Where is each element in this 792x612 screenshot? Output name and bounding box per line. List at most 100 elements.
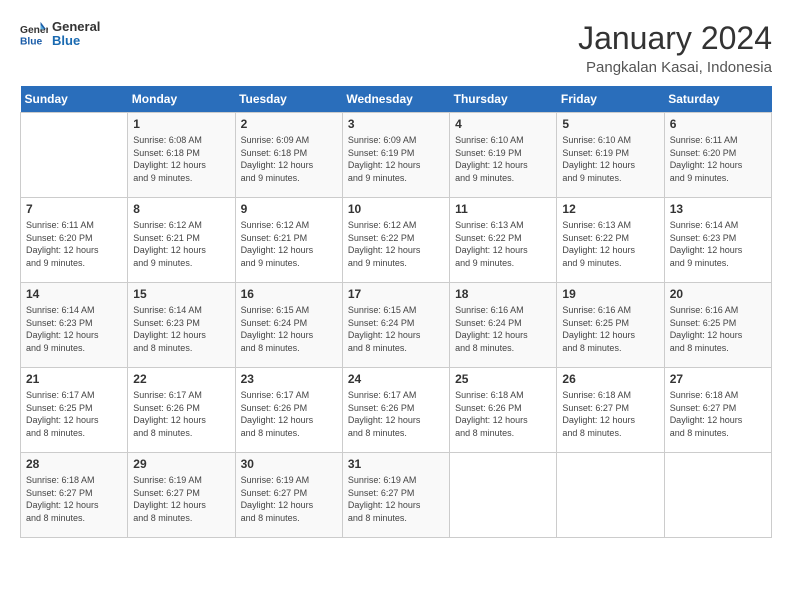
day-number: 3 [348,117,444,131]
calendar-cell: 1Sunrise: 6:08 AM Sunset: 6:18 PM Daylig… [128,113,235,198]
calendar-cell: 21 Sunrise: 6:17 AM Sunset: 6:25 PM Dayli… [21,368,128,453]
calendar-week-3: 14 Sunrise: 6:14 AM Sunset: 6:23 PM Dayli… [21,283,772,368]
day-number: 20 [670,287,766,301]
day-info: Sunrise: 6:18 AM Sunset: 6:26 PM Dayligh… [455,389,551,439]
day-number: 10 [348,202,444,216]
calendar-body: 1Sunrise: 6:08 AM Sunset: 6:18 PM Daylig… [21,113,772,538]
day-number: 24 [348,372,444,386]
day-header-monday: Monday [128,86,235,113]
day-number: 22 [133,372,229,386]
day-info: Sunrise: 6:13 AM Sunset: 6:22 PM Dayligh… [455,219,551,269]
calendar-cell: 9Sunrise: 6:12 AM Sunset: 6:21 PM Daylig… [235,198,342,283]
calendar-cell: 15 Sunrise: 6:14 AM Sunset: 6:23 PM Dayli… [128,283,235,368]
calendar-week-2: 7 Sunrise: 6:11 AM Sunset: 6:20 PM Daylig… [21,198,772,283]
day-header-thursday: Thursday [450,86,557,113]
day-number: 16 [241,287,337,301]
calendar-week-4: 21 Sunrise: 6:17 AM Sunset: 6:25 PM Dayli… [21,368,772,453]
day-info: Sunrise: 6:18 AM Sunset: 6:27 PM Dayligh… [670,389,766,439]
day-info: Sunrise: 6:18 AM Sunset: 6:27 PM Dayligh… [562,389,658,439]
calendar-cell [557,453,664,538]
calendar-cell: 2 Sunrise: 6:09 AM Sunset: 6:18 PM Daylig… [235,113,342,198]
day-info: Sunrise: 6:17 AM Sunset: 6:26 PM Dayligh… [348,389,444,439]
calendar-cell: 3 Sunrise: 6:09 AM Sunset: 6:19 PM Daylig… [342,113,449,198]
calendar-cell [450,453,557,538]
day-info: Sunrise: 6:14 AM Sunset: 6:23 PM Dayligh… [133,304,229,354]
day-number: 31 [348,457,444,471]
calendar-cell: 17Sunrise: 6:15 AM Sunset: 6:24 PM Dayli… [342,283,449,368]
day-info: Sunrise: 6:09 AM Sunset: 6:18 PM Dayligh… [241,134,337,184]
day-number: 30 [241,457,337,471]
calendar-cell: 4 Sunrise: 6:10 AM Sunset: 6:19 PM Daylig… [450,113,557,198]
calendar-cell: 28 Sunrise: 6:18 AM Sunset: 6:27 PM Dayli… [21,453,128,538]
calendar-cell: 29Sunrise: 6:19 AM Sunset: 6:27 PM Dayli… [128,453,235,538]
logo-blue: Blue [52,34,100,48]
logo-general: General [52,20,100,34]
day-info: Sunrise: 6:14 AM Sunset: 6:23 PM Dayligh… [670,219,766,269]
day-number: 15 [133,287,229,301]
day-header-sunday: Sunday [21,86,128,113]
day-info: Sunrise: 6:17 AM Sunset: 6:26 PM Dayligh… [133,389,229,439]
day-number: 28 [26,457,122,471]
day-number: 13 [670,202,766,216]
day-header-friday: Friday [557,86,664,113]
day-info: Sunrise: 6:17 AM Sunset: 6:25 PM Dayligh… [26,389,122,439]
day-info: Sunrise: 6:10 AM Sunset: 6:19 PM Dayligh… [455,134,551,184]
day-info: Sunrise: 6:09 AM Sunset: 6:19 PM Dayligh… [348,134,444,184]
calendar-cell: 6 Sunrise: 6:11 AM Sunset: 6:20 PM Daylig… [664,113,771,198]
calendar-cell: 5Sunrise: 6:10 AM Sunset: 6:19 PM Daylig… [557,113,664,198]
calendar-cell: 23 Sunrise: 6:17 AM Sunset: 6:26 PM Dayli… [235,368,342,453]
day-number: 23 [241,372,337,386]
calendar-cell: 24 Sunrise: 6:17 AM Sunset: 6:26 PM Dayli… [342,368,449,453]
calendar-cell: 12Sunrise: 6:13 AM Sunset: 6:22 PM Dayli… [557,198,664,283]
calendar-cell: 30 Sunrise: 6:19 AM Sunset: 6:27 PM Dayli… [235,453,342,538]
location: Pangkalan Kasai, Indonesia [578,59,772,76]
day-number: 21 [26,372,122,386]
day-header-wednesday: Wednesday [342,86,449,113]
day-info: Sunrise: 6:18 AM Sunset: 6:27 PM Dayligh… [26,474,122,524]
calendar-table: SundayMondayTuesdayWednesdayThursdayFrid… [20,86,772,538]
logo: General Blue General Blue [20,20,100,49]
calendar-cell: 27 Sunrise: 6:18 AM Sunset: 6:27 PM Dayli… [664,368,771,453]
calendar-cell: 18Sunrise: 6:16 AM Sunset: 6:24 PM Dayli… [450,283,557,368]
month-year: January 2024 [578,20,772,57]
calendar-week-5: 28 Sunrise: 6:18 AM Sunset: 6:27 PM Dayli… [21,453,772,538]
day-info: Sunrise: 6:12 AM Sunset: 6:21 PM Dayligh… [241,219,337,269]
day-number: 18 [455,287,551,301]
day-number: 1 [133,117,229,131]
calendar-cell: 20 Sunrise: 6:16 AM Sunset: 6:25 PM Dayli… [664,283,771,368]
day-info: Sunrise: 6:17 AM Sunset: 6:26 PM Dayligh… [241,389,337,439]
day-number: 19 [562,287,658,301]
calendar-week-1: 1Sunrise: 6:08 AM Sunset: 6:18 PM Daylig… [21,113,772,198]
calendar-cell: 22 Sunrise: 6:17 AM Sunset: 6:26 PM Dayli… [128,368,235,453]
calendar-cell: 25Sunrise: 6:18 AM Sunset: 6:26 PM Dayli… [450,368,557,453]
calendar-cell: 10 Sunrise: 6:12 AM Sunset: 6:22 PM Dayli… [342,198,449,283]
day-number: 6 [670,117,766,131]
day-info: Sunrise: 6:12 AM Sunset: 6:22 PM Dayligh… [348,219,444,269]
day-info: Sunrise: 6:19 AM Sunset: 6:27 PM Dayligh… [241,474,337,524]
calendar-cell: 26 Sunrise: 6:18 AM Sunset: 6:27 PM Dayli… [557,368,664,453]
day-info: Sunrise: 6:16 AM Sunset: 6:25 PM Dayligh… [562,304,658,354]
day-number: 26 [562,372,658,386]
day-header-tuesday: Tuesday [235,86,342,113]
calendar-cell: 16Sunrise: 6:15 AM Sunset: 6:24 PM Dayli… [235,283,342,368]
day-info: Sunrise: 6:12 AM Sunset: 6:21 PM Dayligh… [133,219,229,269]
day-number: 11 [455,202,551,216]
day-info: Sunrise: 6:13 AM Sunset: 6:22 PM Dayligh… [562,219,658,269]
calendar-cell: 13 Sunrise: 6:14 AM Sunset: 6:23 PM Dayli… [664,198,771,283]
day-number: 27 [670,372,766,386]
calendar-cell: 31Sunrise: 6:19 AM Sunset: 6:27 PM Dayli… [342,453,449,538]
day-info: Sunrise: 6:11 AM Sunset: 6:20 PM Dayligh… [670,134,766,184]
day-info: Sunrise: 6:14 AM Sunset: 6:23 PM Dayligh… [26,304,122,354]
calendar-cell: 19 Sunrise: 6:16 AM Sunset: 6:25 PM Dayli… [557,283,664,368]
day-number: 2 [241,117,337,131]
day-number: 14 [26,287,122,301]
day-number: 29 [133,457,229,471]
calendar-cell: 11 Sunrise: 6:13 AM Sunset: 6:22 PM Dayli… [450,198,557,283]
day-info: Sunrise: 6:11 AM Sunset: 6:20 PM Dayligh… [26,219,122,269]
day-header-saturday: Saturday [664,86,771,113]
day-info: Sunrise: 6:16 AM Sunset: 6:25 PM Dayligh… [670,304,766,354]
day-number: 4 [455,117,551,131]
calendar-cell [664,453,771,538]
day-number: 7 [26,202,122,216]
day-number: 8 [133,202,229,216]
